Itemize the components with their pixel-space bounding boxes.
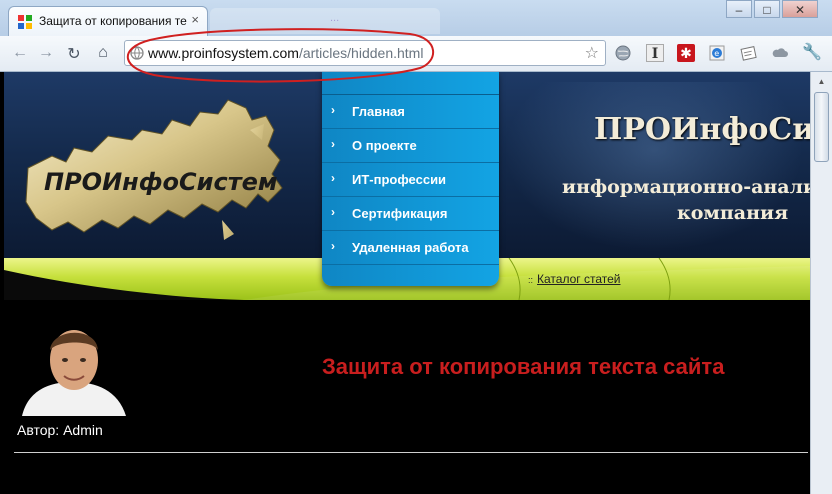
page-info-icon [130, 46, 144, 60]
chevron-right-icon: › [331, 137, 335, 151]
author-avatar [14, 320, 132, 416]
menu-item-label: Главная [352, 104, 405, 119]
wrench-icon[interactable]: 🔧 [802, 44, 822, 62]
vertical-scrollbar[interactable]: ▲ [810, 72, 832, 494]
site-slogan-line2: компания [677, 202, 789, 224]
reload-icon[interactable]: ↻ [64, 44, 84, 64]
back-arrow-icon[interactable]: ← [10, 44, 30, 62]
logo-text: ПРОИнфоСистем [44, 168, 278, 196]
chevron-right-icon: › [331, 103, 335, 117]
home-icon[interactable]: ⌂ [93, 44, 113, 62]
chevron-right-icon: › [331, 171, 335, 185]
url-path: /articles/hidden.html [298, 45, 424, 61]
extension-note-icon[interactable] [739, 44, 757, 62]
site-name: ПРОИнфоСист [594, 112, 810, 147]
article-author: Автор: Admin [17, 422, 103, 438]
svg-text:e: e [714, 49, 719, 58]
close-window-button[interactable]: ✕ [782, 0, 818, 18]
header-glow [504, 82, 804, 252]
main-menu: › Главная › О проекте › ИТ-профессии › Серти… [322, 72, 499, 286]
address-bar[interactable]: www.proinfosystem.com/articles/hidden.ht… [124, 40, 606, 66]
url-host: www.proinfosystem.com [148, 45, 299, 61]
menu-item-home[interactable]: › Главная [322, 95, 499, 129]
favicon-icon [18, 15, 32, 29]
forward-arrow-icon[interactable]: → [36, 44, 56, 62]
scrollbar-thumb[interactable] [814, 92, 829, 162]
menu-item-label: О проекте [352, 138, 417, 153]
scroll-up-icon[interactable]: ▲ [811, 74, 832, 90]
content-divider [14, 452, 808, 453]
article-title: Защита от копирования текста сайта [322, 354, 725, 379]
background-tab[interactable] [210, 8, 440, 34]
extension-i-icon[interactable]: I [646, 44, 664, 62]
minimize-button[interactable]: – [726, 0, 752, 18]
tab-close-icon[interactable]: × [191, 12, 199, 27]
maximize-button[interactable]: □ [754, 0, 780, 18]
catalog-link[interactable]: Каталог статей [537, 272, 620, 286]
extension-red-icon[interactable]: ✱ [677, 44, 695, 62]
active-tab[interactable]: Защита от копирования те × [8, 6, 208, 36]
cloud-icon[interactable] [771, 44, 789, 62]
menu-item-label: Удаленная работа [352, 240, 469, 255]
bookmark-star-icon[interactable]: ☆ [585, 43, 599, 63]
catalog-link-wrap: :: Каталог статей [528, 272, 620, 286]
web-page: ПРОИнфоСистем ПРОИнфоСист информационно-… [0, 72, 810, 494]
catalog-bullet: :: [528, 275, 534, 285]
tab-strip: ... Защита от копирования те × – □ ✕ [0, 0, 832, 36]
extension-ie-icon[interactable]: e [708, 44, 726, 62]
menu-item-label: ИТ-профессии [352, 172, 447, 187]
menu-item-it-professions[interactable]: › ИТ-профессии [322, 163, 499, 197]
tab-title: Защита от копирования те [39, 14, 187, 28]
menu-item-remote-work[interactable]: › Удаленная работа [322, 231, 499, 265]
browser-toolbar: ← → ↻ ⌂ www.proinfosystem.com/articles/h… [0, 36, 832, 72]
site-slogan-line1: информационно-аналит [562, 176, 810, 198]
globe-icon[interactable] [614, 44, 632, 62]
background-tab-label: ... [330, 12, 340, 24]
menu-top-strip [322, 72, 499, 95]
menu-item-label: Сертификация [352, 206, 448, 221]
chevron-right-icon: › [331, 205, 335, 219]
menu-item-certification[interactable]: › Сертификация [322, 197, 499, 231]
chevron-right-icon: › [331, 239, 335, 253]
url-text: www.proinfosystem.com/articles/hidden.ht… [148, 45, 423, 61]
russia-map-logo: ПРОИнфоСистем [25, 99, 283, 240]
menu-item-about[interactable]: › О проекте [322, 129, 499, 163]
